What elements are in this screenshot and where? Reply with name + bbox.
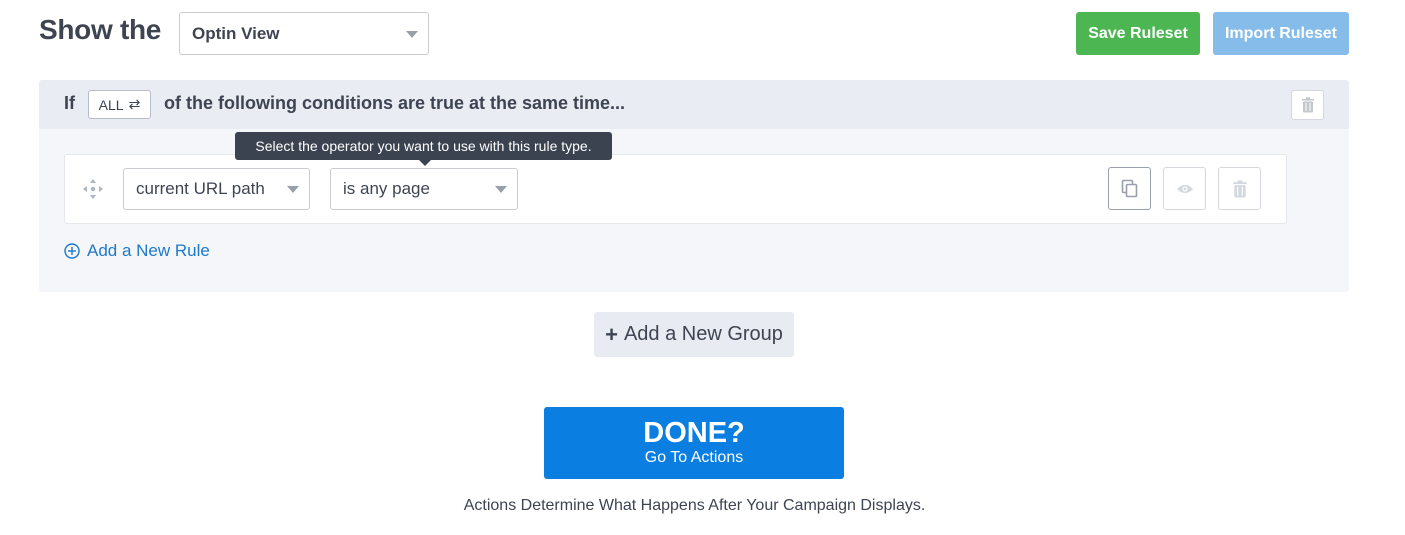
preview-rule-button[interactable] — [1163, 167, 1206, 210]
swap-icon: ⇄ — [128, 96, 141, 112]
match-toggle-label: ALL — [98, 96, 124, 113]
operator-tooltip: Select the operator you want to use with… — [235, 132, 612, 160]
add-new-rule-link[interactable]: Add a New Rule — [64, 241, 210, 261]
delete-rule-button[interactable] — [1218, 167, 1261, 210]
chevron-down-icon — [406, 30, 418, 38]
if-label: If — [64, 93, 75, 113]
rule-type-select[interactable]: current URL path — [123, 168, 310, 210]
done-subtitle: Go To Actions — [644, 449, 744, 466]
done-title: DONE? — [643, 417, 745, 449]
rule-type-value: current URL path — [136, 179, 265, 198]
delete-group-button[interactable] — [1291, 90, 1324, 120]
show-the-label: Show the — [39, 14, 162, 45]
save-ruleset-button[interactable]: Save Ruleset — [1076, 12, 1200, 55]
condition-text: of the following conditions are true at … — [164, 93, 626, 113]
tooltip-arrow — [418, 159, 432, 166]
duplicate-rule-button[interactable] — [1108, 167, 1151, 210]
add-new-group-label: Add a New Group — [623, 323, 783, 345]
actions-help-text: Actions Determine What Happens After You… — [463, 497, 926, 514]
eye-icon — [1176, 184, 1193, 193]
operator-value: is any page — [343, 179, 430, 198]
chevron-down-icon — [495, 186, 507, 193]
import-ruleset-button[interactable]: Import Ruleset — [1213, 12, 1349, 55]
trash-icon — [1301, 97, 1314, 113]
plus-icon: + — [605, 321, 618, 347]
view-select[interactable]: Optin View — [179, 12, 429, 55]
chevron-down-icon — [287, 186, 299, 193]
done-go-to-actions-button[interactable]: DONE? Go To Actions — [544, 407, 844, 479]
operator-select[interactable]: is any page — [330, 168, 518, 210]
trash-icon — [1232, 179, 1247, 197]
move-icon[interactable] — [81, 177, 105, 201]
add-new-rule-label: Add a New Rule — [87, 241, 210, 260]
plus-circle-icon — [64, 243, 80, 259]
add-new-group-button[interactable]: + Add a New Group — [594, 312, 794, 357]
view-select-value: Optin View — [192, 23, 280, 43]
match-all-toggle[interactable]: ALL ⇄ — [88, 90, 151, 119]
copy-icon — [1121, 179, 1137, 197]
